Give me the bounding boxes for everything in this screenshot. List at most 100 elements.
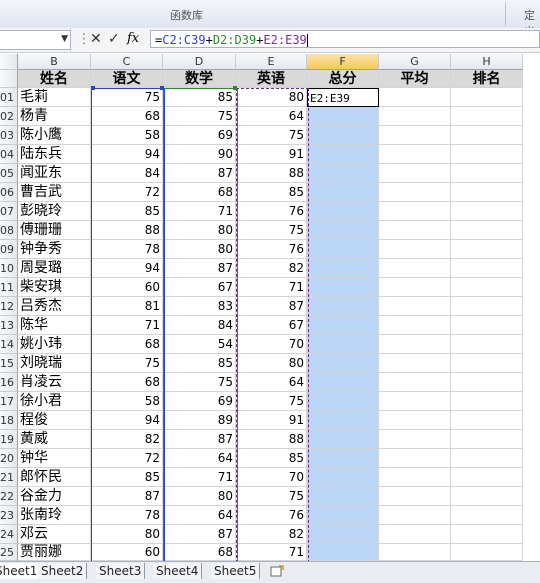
column-header-e[interactable]: E: [236, 54, 307, 70]
chinese-score-cell[interactable]: 82: [91, 430, 163, 449]
chinese-score-cell[interactable]: 94: [91, 411, 163, 430]
math-score-cell[interactable]: 68: [163, 183, 236, 202]
chinese-score-cell[interactable]: 72: [91, 449, 163, 468]
math-score-cell[interactable]: 69: [163, 392, 236, 411]
rank-cell[interactable]: [451, 354, 523, 373]
english-score-cell[interactable]: 87: [236, 297, 307, 316]
rank-cell[interactable]: [451, 525, 523, 544]
range-resize-handle[interactable]: [160, 86, 164, 90]
student-name-cell[interactable]: 肖凌云: [18, 373, 91, 392]
english-score-cell[interactable]: 88: [236, 164, 307, 183]
math-score-cell[interactable]: 64: [163, 449, 236, 468]
rank-cell[interactable]: [451, 316, 523, 335]
average-cell[interactable]: [379, 487, 451, 506]
chinese-score-cell[interactable]: 75: [91, 88, 163, 107]
english-score-cell[interactable]: 71: [236, 544, 307, 561]
total-score-cell[interactable]: [307, 145, 379, 164]
student-name-cell[interactable]: 毛莉: [18, 88, 91, 107]
english-score-cell[interactable]: 75: [236, 221, 307, 240]
student-name-cell[interactable]: 陈华: [18, 316, 91, 335]
total-score-cell[interactable]: [307, 278, 379, 297]
math-score-cell[interactable]: 89: [163, 411, 236, 430]
fx-icon[interactable]: fx: [127, 31, 139, 46]
column-title-cell[interactable]: 排名: [451, 70, 523, 88]
rank-cell[interactable]: [451, 411, 523, 430]
math-score-cell[interactable]: 75: [163, 107, 236, 126]
student-name-cell[interactable]: 吕秀杰: [18, 297, 91, 316]
rank-cell[interactable]: [451, 335, 523, 354]
student-name-cell[interactable]: 彭晓玲: [18, 202, 91, 221]
row-header[interactable]: 11: [0, 278, 18, 297]
math-score-cell[interactable]: 54: [163, 335, 236, 354]
average-cell[interactable]: [379, 240, 451, 259]
row-header[interactable]: 08: [0, 221, 18, 240]
chinese-score-cell[interactable]: 84: [91, 164, 163, 183]
column-title-cell[interactable]: 英语: [236, 70, 307, 88]
average-cell[interactable]: [379, 373, 451, 392]
student-name-cell[interactable]: 傅珊珊: [18, 221, 91, 240]
student-name-cell[interactable]: 张南玲: [18, 506, 91, 525]
chinese-score-cell[interactable]: 75: [91, 354, 163, 373]
total-score-cell[interactable]: [307, 183, 379, 202]
rank-cell[interactable]: [451, 126, 523, 145]
insert-sheet-icon[interactable]: [270, 565, 284, 577]
name-box[interactable]: ▼: [0, 30, 71, 50]
total-score-cell[interactable]: [307, 259, 379, 278]
total-score-cell[interactable]: [307, 373, 379, 392]
row-header[interactable]: 25: [0, 544, 18, 561]
rank-cell[interactable]: [451, 544, 523, 561]
row-header[interactable]: 02: [0, 107, 18, 126]
chinese-score-cell[interactable]: 87: [91, 487, 163, 506]
row-header[interactable]: 22: [0, 487, 18, 506]
chevron-down-icon[interactable]: ▼: [61, 34, 68, 44]
english-score-cell[interactable]: 70: [236, 468, 307, 487]
math-score-cell[interactable]: 69: [163, 126, 236, 145]
chinese-score-cell[interactable]: 85: [91, 468, 163, 487]
math-score-cell[interactable]: 80: [163, 221, 236, 240]
row-header[interactable]: 18: [0, 411, 18, 430]
chinese-score-cell[interactable]: 68: [91, 107, 163, 126]
average-cell[interactable]: [379, 449, 451, 468]
row-header[interactable]: 16: [0, 373, 18, 392]
chinese-score-cell[interactable]: 72: [91, 183, 163, 202]
average-cell[interactable]: [379, 107, 451, 126]
total-score-cell[interactable]: [307, 544, 379, 561]
rank-cell[interactable]: [451, 392, 523, 411]
row-header[interactable]: 03: [0, 126, 18, 145]
chinese-score-cell[interactable]: 71: [91, 316, 163, 335]
math-score-cell[interactable]: 87: [163, 430, 236, 449]
total-score-cell[interactable]: [307, 411, 379, 430]
rank-cell[interactable]: [451, 506, 523, 525]
total-score-cell[interactable]: E2:E39: [307, 88, 379, 107]
row-header[interactable]: [0, 70, 18, 88]
rank-cell[interactable]: [451, 259, 523, 278]
average-cell[interactable]: [379, 183, 451, 202]
rank-cell[interactable]: [451, 297, 523, 316]
column-title-cell[interactable]: 数学: [163, 70, 236, 88]
total-score-cell[interactable]: [307, 240, 379, 259]
row-header[interactable]: 14: [0, 335, 18, 354]
average-cell[interactable]: [379, 544, 451, 561]
english-score-cell[interactable]: 82: [236, 525, 307, 544]
total-score-cell[interactable]: [307, 335, 379, 354]
average-cell[interactable]: [379, 335, 451, 354]
column-header-f[interactable]: F: [307, 54, 379, 70]
english-score-cell[interactable]: 64: [236, 107, 307, 126]
student-name-cell[interactable]: 郎怀民: [18, 468, 91, 487]
row-header[interactable]: 10: [0, 259, 18, 278]
total-score-cell[interactable]: [307, 297, 379, 316]
rank-cell[interactable]: [451, 430, 523, 449]
sheet-tab-3[interactable]: Sheet3: [96, 563, 146, 579]
row-header[interactable]: 01: [0, 88, 18, 107]
average-cell[interactable]: [379, 297, 451, 316]
student-name-cell[interactable]: 曹吉武: [18, 183, 91, 202]
total-score-cell[interactable]: [307, 164, 379, 183]
chinese-score-cell[interactable]: 88: [91, 221, 163, 240]
math-score-cell[interactable]: 67: [163, 278, 236, 297]
column-title-cell[interactable]: 平均: [379, 70, 451, 88]
row-header[interactable]: 09: [0, 240, 18, 259]
average-cell[interactable]: [379, 88, 451, 107]
english-score-cell[interactable]: 88: [236, 430, 307, 449]
total-score-cell[interactable]: [307, 506, 379, 525]
english-score-cell[interactable]: 80: [236, 88, 307, 107]
